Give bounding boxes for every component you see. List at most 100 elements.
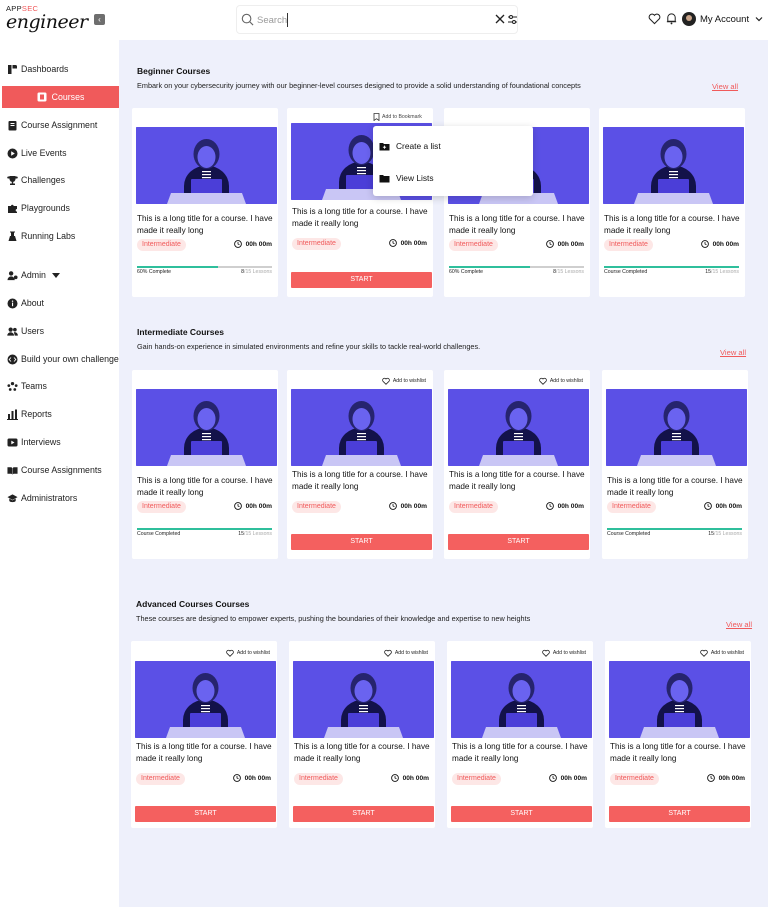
course-card[interactable]: Add to wishlist This is a long title for… (444, 370, 590, 559)
add-to-wishlist-button[interactable]: Add to wishlist (539, 377, 583, 385)
video-icon (7, 437, 18, 448)
duration: 00h 00m (703, 502, 742, 510)
course-thumbnail (135, 661, 276, 738)
course-card[interactable]: This is a long title for a course. I hav… (132, 108, 278, 297)
text-caret (287, 13, 288, 27)
appsec-engineer-logo[interactable]: APPSEC engineer (6, 5, 88, 32)
start-button[interactable]: START (135, 806, 276, 822)
wishlist-label: Add to wishlist (236, 650, 270, 656)
duration-value: 00h 00m (557, 502, 584, 510)
course-card[interactable]: Add to wishlist This is a long title for… (287, 370, 433, 559)
duration: 00h 00m (545, 502, 584, 510)
duration: 00h 00m (706, 774, 745, 782)
level-badge: Intermediate (292, 238, 341, 250)
progress-fill (449, 266, 530, 268)
clock-icon (548, 774, 557, 782)
course-title: This is a long title for a course. I hav… (449, 214, 585, 235)
clear-icon[interactable] (495, 14, 505, 24)
duration: 00h 00m (388, 239, 427, 247)
add-to-wishlist-button[interactable]: Add to wishlist (382, 377, 426, 385)
progress-bar (137, 266, 272, 268)
start-button[interactable]: START (291, 534, 432, 550)
start-button[interactable]: START (451, 806, 592, 822)
sidebar-item-build-challenge[interactable]: Build your own challenge (0, 348, 119, 370)
duration-value: 00h 00m (560, 774, 587, 782)
duration-value: 00h 00m (244, 774, 271, 782)
filter-sliders-icon[interactable] (507, 14, 518, 25)
add-to-bookmark-button[interactable]: Add to Bookmark (373, 113, 422, 121)
book-icon (37, 92, 48, 103)
sidebar-item-playgrounds[interactable]: Playgrounds (0, 197, 119, 219)
sidebar-item-admin[interactable]: Admin (0, 264, 119, 286)
sidebar-item-dashboards[interactable]: Dashboards (0, 58, 119, 80)
clock-icon (706, 774, 715, 782)
view-all-advanced-link[interactable]: View all (726, 620, 752, 629)
add-to-wishlist-button[interactable]: Add to wishlist (542, 649, 586, 657)
collapse-sidebar-icon[interactable]: ‹ (94, 14, 105, 25)
course-title: This is a long title for a course. I hav… (292, 470, 428, 491)
notification-bell-icon[interactable] (665, 12, 678, 25)
lesson-count: 15/15 Lessons (705, 269, 739, 275)
level-badge: Intermediate (610, 773, 659, 785)
view-all-beginner-link[interactable]: View all (712, 82, 738, 91)
sidebar-item-label: Reports (21, 409, 52, 419)
course-title: This is a long title for a course. I hav… (136, 742, 272, 763)
progress-fill (137, 266, 218, 268)
heart-icon (226, 649, 234, 657)
duration-value: 00h 00m (400, 502, 427, 510)
sidebar-item-live-events[interactable]: Live Events (0, 142, 119, 164)
progress-bar (137, 528, 272, 530)
course-card[interactable]: This is a long title for a course. I hav… (602, 370, 748, 559)
progress-label: 60% Complete (449, 269, 484, 275)
sidebar-item-label: Users (21, 326, 44, 336)
search-input[interactable] (257, 12, 467, 28)
sidebar-item-course-assignments[interactable]: Course Assignments (0, 459, 119, 481)
sidebar-item-interviews[interactable]: Interviews (0, 431, 119, 453)
menu-item-create-list[interactable]: Create a list (373, 136, 533, 156)
add-to-wishlist-button[interactable]: Add to wishlist (700, 649, 744, 657)
wishlist-heart-icon[interactable] (648, 12, 661, 25)
sidebar-item-teams[interactable]: Teams (0, 375, 119, 397)
sidebar-item-label: Course Assignments (21, 465, 102, 475)
avatar (682, 12, 696, 26)
sidebar-item-administrators[interactable]: Administrators (0, 487, 119, 509)
sidebar-item-courses[interactable]: Courses (2, 86, 119, 108)
sidebar-item-label: Interviews (21, 437, 61, 447)
search-bar[interactable] (236, 5, 518, 34)
add-to-wishlist-button[interactable]: Add to wishlist (384, 649, 428, 657)
wishlist-label: Add to wishlist (552, 650, 586, 656)
wishlist-label: Add to wishlist (710, 650, 744, 656)
sidebar-item-reports[interactable]: Reports (0, 403, 119, 425)
sidebar-item-running-labs[interactable]: Running Labs (0, 225, 119, 247)
sidebar-item-challenges[interactable]: Challenges (0, 169, 119, 191)
course-card[interactable]: Add to wishlist This is a long title for… (447, 641, 593, 828)
progress-label: 60% Complete (137, 269, 172, 275)
account-menu[interactable]: My Account (682, 10, 763, 28)
progress-fill (607, 528, 742, 530)
course-card[interactable]: Add to wishlist This is a long title for… (131, 641, 277, 828)
duration-value: 00h 00m (557, 240, 584, 248)
level-badge: Intermediate (292, 501, 341, 513)
level-badge: Intermediate (604, 239, 653, 251)
wishlist-label: Add to wishlist (394, 650, 428, 656)
sidebar-item-label: Running Labs (21, 231, 76, 241)
course-card[interactable]: Add to wishlist This is a long title for… (289, 641, 435, 828)
course-card[interactable]: This is a long title for a course. I hav… (132, 370, 278, 559)
start-button[interactable]: START (291, 272, 432, 288)
sidebar-item-course-assignment[interactable]: Course Assignment (0, 114, 119, 136)
course-card[interactable]: This is a long title for a course. I hav… (599, 108, 745, 297)
sidebar-item-users[interactable]: Users (0, 320, 119, 342)
view-all-intermediate-link[interactable]: View all (720, 348, 746, 357)
add-to-wishlist-button[interactable]: Add to wishlist (226, 649, 270, 657)
start-button[interactable]: START (448, 534, 589, 550)
sidebar-item-label: Teams (21, 381, 47, 391)
course-thumbnail (136, 127, 277, 204)
clock-icon (390, 774, 399, 782)
wishlist-label: Add to wishlist (392, 378, 426, 384)
start-button[interactable]: START (609, 806, 750, 822)
menu-item-view-lists[interactable]: View Lists (373, 168, 533, 188)
course-card[interactable]: Add to wishlist This is a long title for… (605, 641, 751, 828)
sidebar-item-about[interactable]: About (0, 292, 119, 314)
course-thumbnail (293, 661, 434, 738)
start-button[interactable]: START (293, 806, 434, 822)
